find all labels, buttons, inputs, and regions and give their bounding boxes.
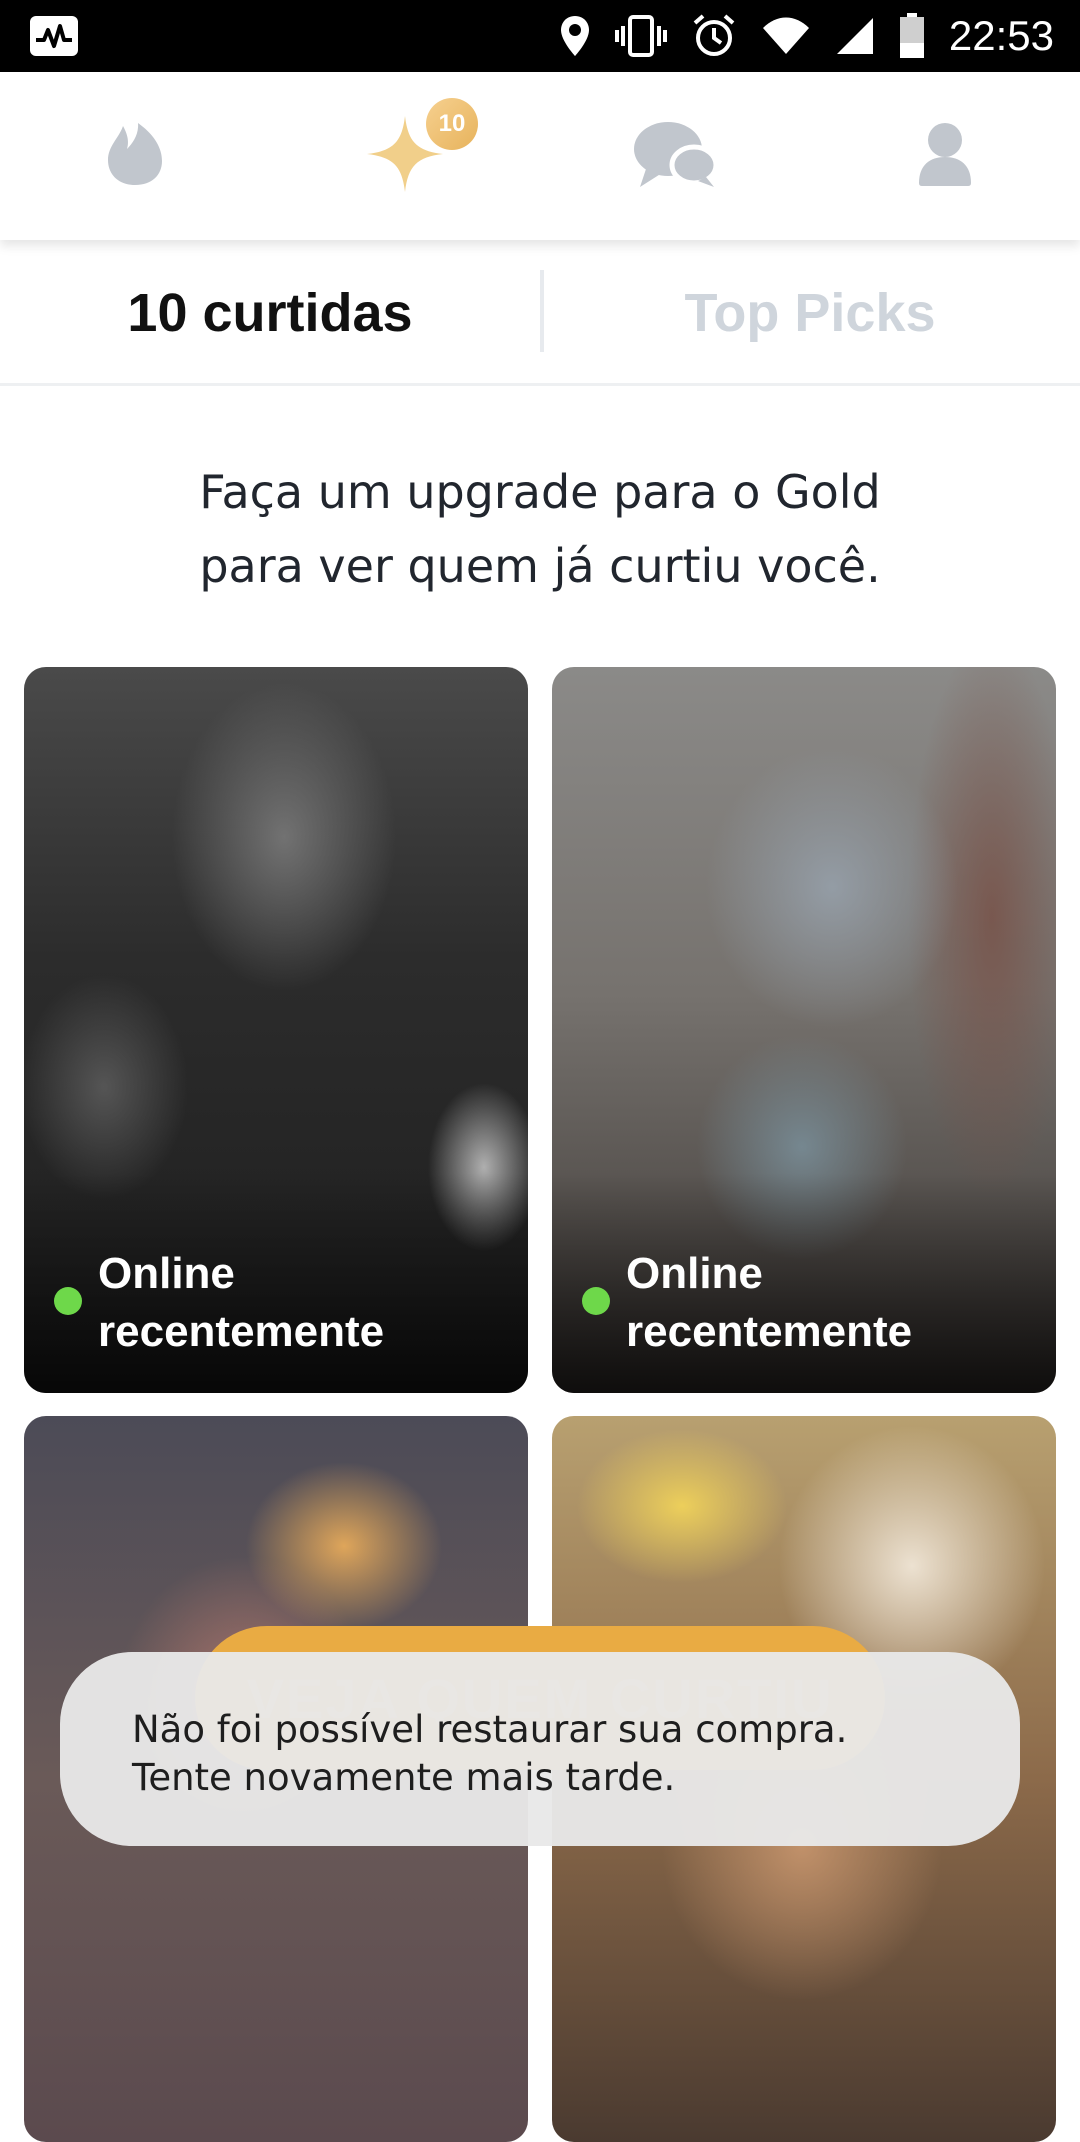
battery-icon [899, 13, 925, 59]
toast-line1: Não foi possível restaurar sua compra. [132, 1708, 848, 1751]
wifi-icon [761, 16, 811, 56]
clock: 22:53 [948, 12, 1054, 59]
online-status: Online recentemente [54, 1245, 384, 1361]
liked-by-card[interactable]: Online recentemente [24, 667, 528, 1393]
error-toast: Não foi possível restaurar sua compra. T… [60, 1652, 1020, 1846]
vibrate-icon [614, 14, 667, 58]
signal-icon [835, 16, 875, 56]
online-status-line1: Online [626, 1249, 763, 1298]
flame-icon [105, 121, 165, 191]
location-icon [559, 14, 591, 58]
profile-icon [916, 121, 974, 191]
online-dot-icon [582, 1287, 610, 1315]
online-dot-icon [54, 1287, 82, 1315]
status-bar: 22:53 [0, 0, 1080, 72]
nav-item-likes[interactable]: 10 [270, 72, 540, 240]
online-status-line2: recentemente [98, 1307, 385, 1356]
nav-item-messages[interactable] [540, 72, 810, 240]
chat-icon [632, 119, 719, 193]
liked-by-card[interactable]: Online recentemente [552, 667, 1056, 1393]
likes-count-badge: 10 [426, 98, 478, 150]
top-navigation: 10 [0, 72, 1080, 240]
upgrade-message: Faça um upgrade para o Gold para ver que… [0, 455, 1080, 603]
tab-top-picks[interactable]: Top Picks [540, 240, 1080, 386]
tab-likes[interactable]: 10 curtidas [0, 240, 540, 386]
toast-line2: Tente novamente mais tarde. [132, 1756, 676, 1799]
nav-item-swipe[interactable] [0, 72, 270, 240]
activity-icon [30, 16, 78, 56]
online-status-line1: Online [98, 1249, 235, 1298]
upgrade-message-line2: para ver quem já curtiu você. [199, 539, 881, 593]
online-status-line2: recentemente [626, 1307, 913, 1356]
likes-tabs: 10 curtidas Top Picks [0, 240, 1080, 386]
nav-item-profile[interactable] [810, 72, 1080, 240]
online-status: Online recentemente [582, 1245, 912, 1361]
upgrade-message-line1: Faça um upgrade para o Gold [199, 465, 881, 519]
alarm-icon [691, 13, 737, 59]
